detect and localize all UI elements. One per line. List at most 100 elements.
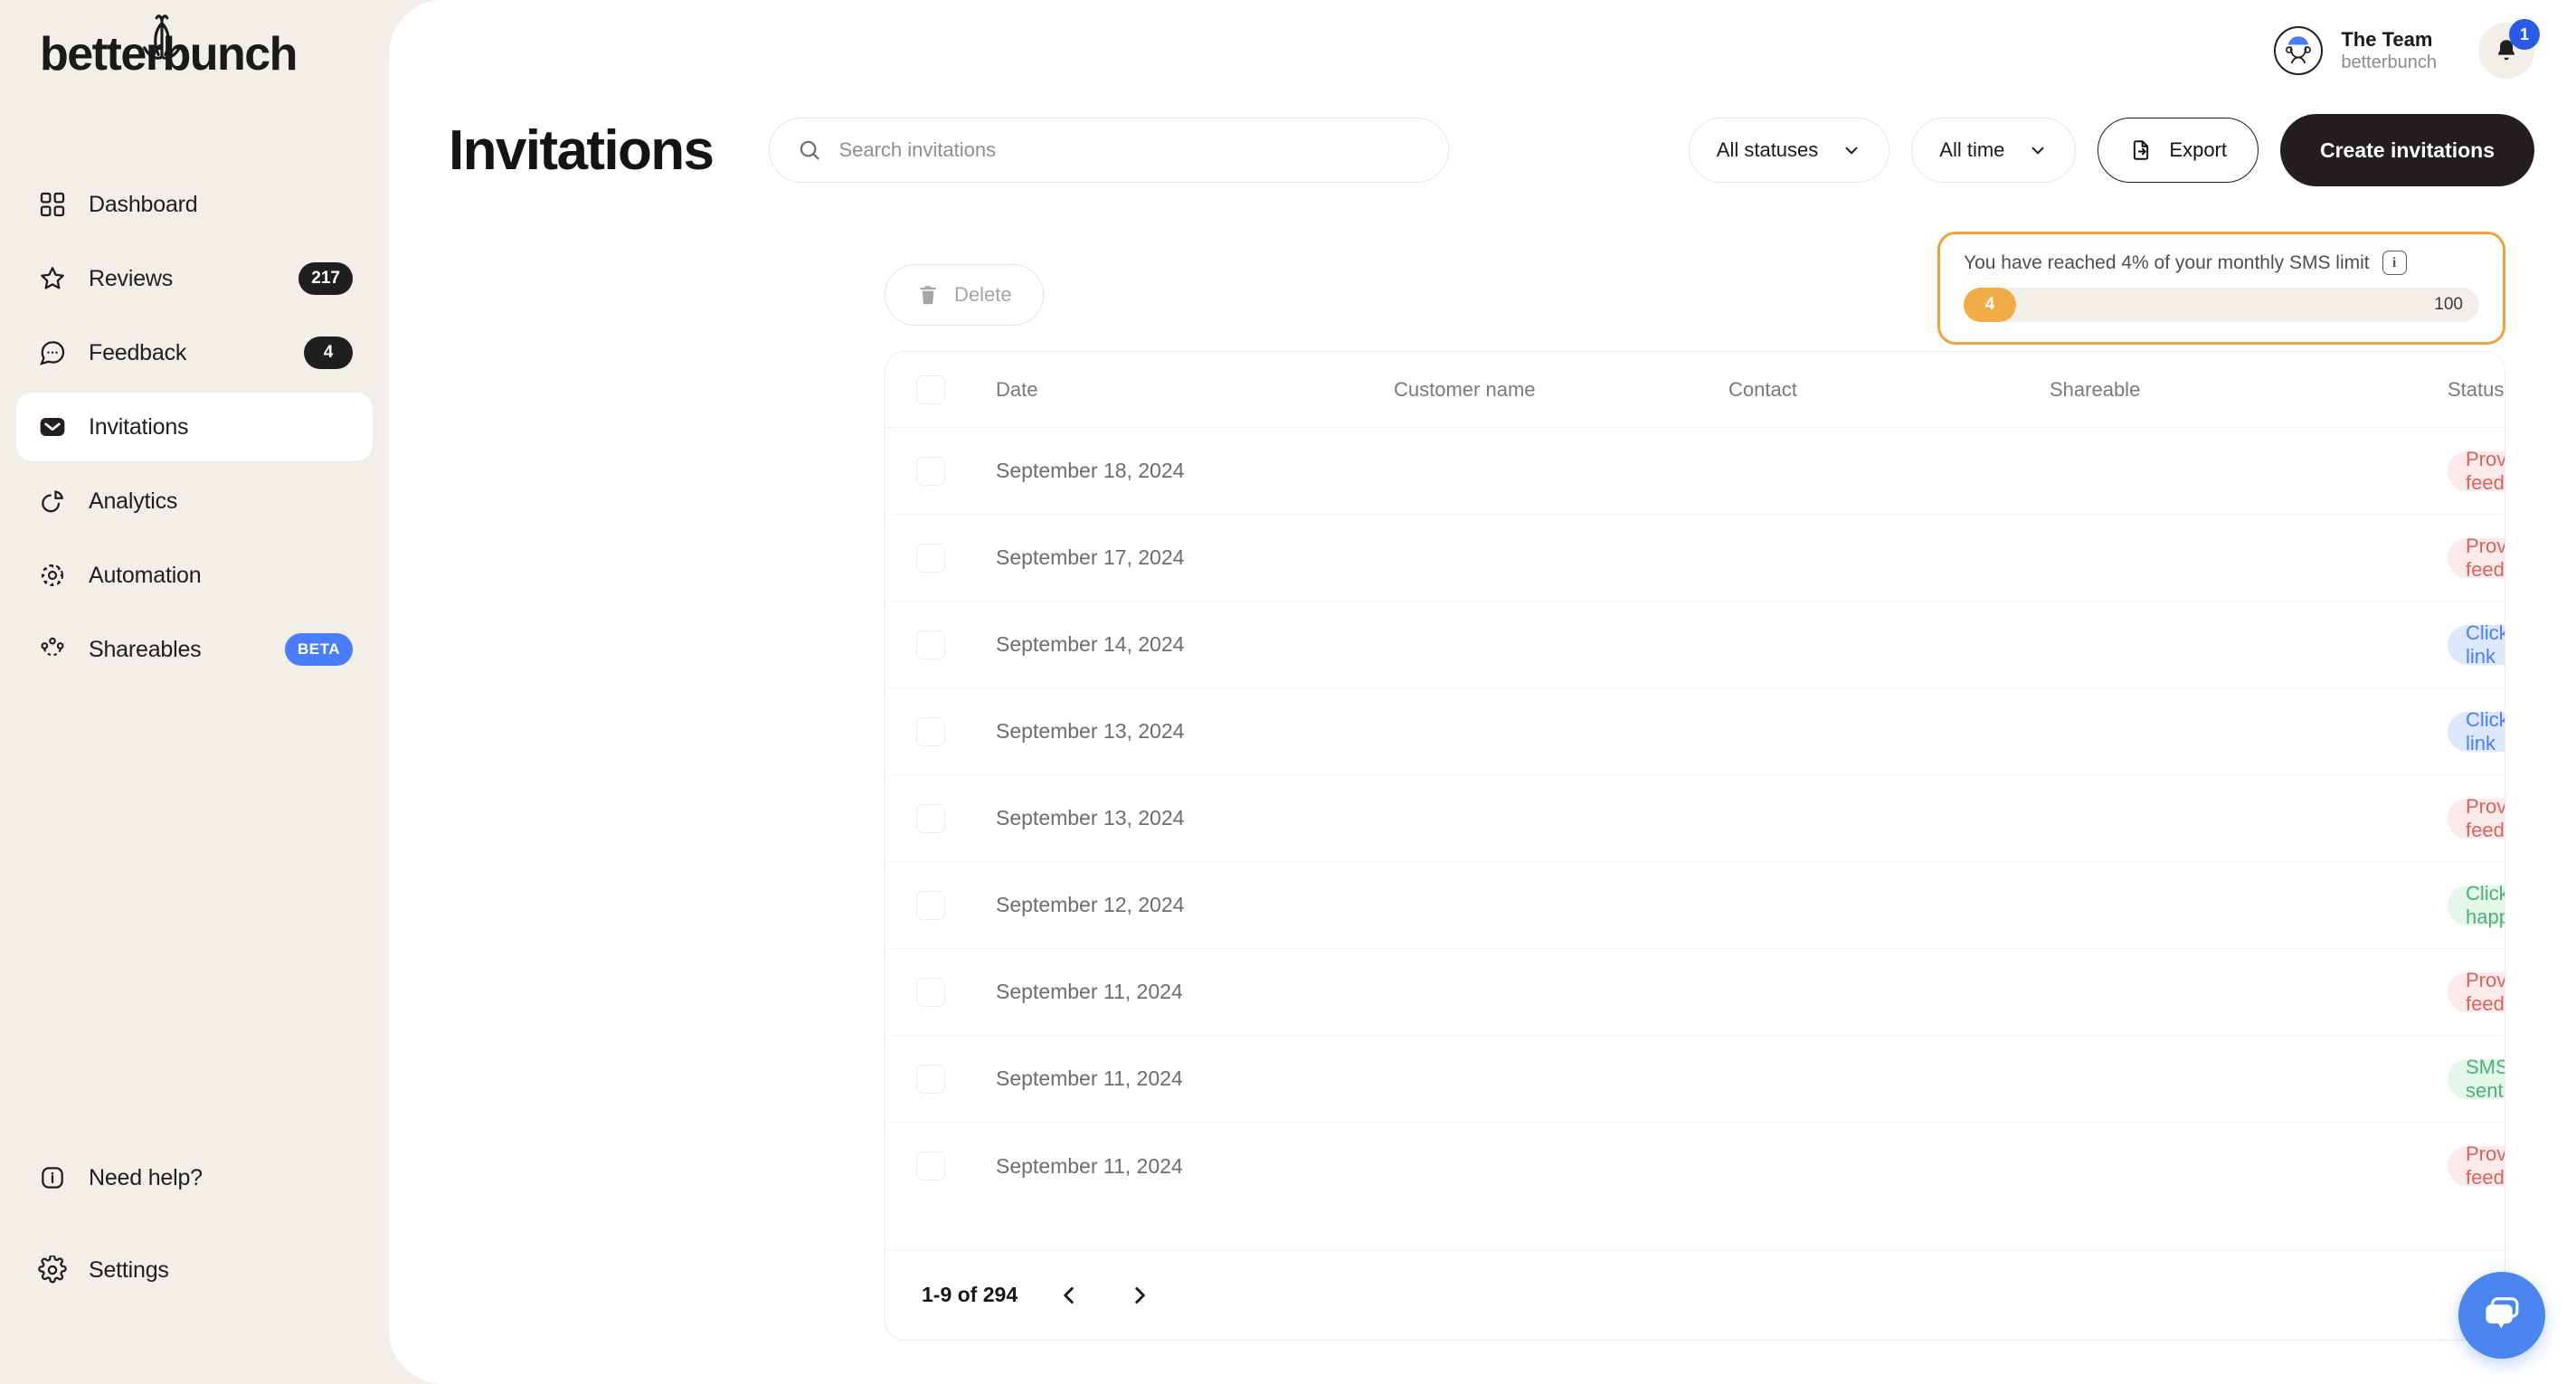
column-header-customer-name: Customer name [1394,377,1536,401]
status-badge: Provided feedback [2448,795,2505,841]
table-row[interactable]: September 14, 2024 Clicked link [886,602,2505,688]
cell-status: Provided feedback [2448,969,2505,1015]
chat-widget-button[interactable] [2458,1272,2545,1359]
row-checkbox[interactable] [916,977,945,1007]
chevron-down-icon [1845,147,1858,155]
sidebar-item-shareables[interactable]: Shareables BETA [16,615,373,684]
pie-chart-icon [36,485,69,517]
chevron-left-icon [1064,1286,1074,1303]
status-filter-select[interactable]: All statuses [1688,118,1890,183]
user-org: betterbunch [2341,52,2437,73]
cell-date: September 14, 2024 [996,632,1185,656]
delete-button[interactable]: Delete [885,264,1044,326]
status-badge: Clicked link [2448,708,2505,754]
user-name: The Team [2341,27,2433,51]
brand-logo[interactable]: betterbunch [0,0,389,90]
export-button[interactable]: Export [2098,118,2259,183]
user-account-chip[interactable]: The Team betterbunch [2274,26,2437,75]
chat-bubbles-icon [2486,1297,2519,1329]
page-title: Invitations [449,118,715,182]
notifications-button[interactable]: 1 [2478,19,2540,79]
main-content: The Team betterbunch 1 Invitations Searc… [389,0,2576,1384]
page-header: Invitations All statuses All time [449,114,2534,186]
cell-status: Provided feedback [2448,535,2505,581]
chevron-right-icon [1135,1286,1145,1303]
info-icon [36,1161,69,1194]
sidebar-item-automation[interactable]: Automation [16,541,373,610]
column-header-contact: Contact [1728,377,1797,401]
trash-icon [920,286,936,305]
topbar: The Team betterbunch 1 [2274,0,2540,101]
column-header-status: Status i [2448,378,2505,402]
cell-status: Clicked link [2448,621,2505,668]
row-checkbox[interactable] [916,890,945,920]
row-select-cell [916,803,996,833]
time-filter-label: All time [1939,138,2005,161]
row-checkbox[interactable] [916,543,945,573]
sidebar-item-need-help[interactable]: Need help? [16,1143,373,1212]
table-row[interactable]: September 18, 2024 Provided feedback [886,428,2505,515]
table-row[interactable]: September 12, 2024 Clicked happy [886,862,2505,949]
sidebar-badge-reviews: 217 [298,262,353,295]
time-filter-select[interactable]: All time [1911,118,2077,183]
row-select-cell [916,1152,996,1180]
status-badge: Provided feedback [2448,535,2505,581]
search-box[interactable] [769,118,1450,183]
cell-date: September 17, 2024 [996,545,1185,569]
row-select-cell [916,456,996,486]
invitations-table: Date Customer name Contact Shareable Sta… [885,351,2505,1341]
cell-status: Provided feedback [2448,795,2505,841]
star-icon [36,262,69,295]
gear-icon [36,1254,69,1286]
row-checkbox[interactable] [916,630,945,659]
status-badge: Provided feedback [2448,969,2505,1015]
brand-name: betterbunch [40,28,298,81]
row-checkbox[interactable] [916,803,945,833]
row-checkbox[interactable] [916,1064,945,1094]
export-button-label: Export [2169,138,2227,161]
row-select-cell [916,890,996,920]
table-row[interactable]: September 11, 2024 SMS sent [886,1036,2505,1123]
sidebar-item-settings[interactable]: Settings [16,1236,373,1304]
row-checkbox[interactable] [916,1152,945,1180]
sidebar-item-analytics[interactable]: Analytics [16,467,373,536]
cell-date: September 13, 2024 [996,719,1185,743]
sidebar-item-reviews[interactable]: Reviews 217 [16,244,373,313]
sidebar-item-label: Dashboard [89,191,198,217]
cell-status: SMS sent [2448,1056,2505,1102]
cell-date: September 12, 2024 [996,893,1185,916]
bulk-action-row: Delete [885,264,2534,364]
column-header-shareable: Shareable [2050,377,2141,401]
envelope-icon [36,411,69,443]
select-all-checkbox[interactable] [916,374,945,404]
table-row[interactable]: September 11, 2024 Provided feedback [886,949,2505,1036]
app-root: betterbunch Dashboard Reviews 217 Feedba… [0,0,2576,1384]
cell-status: Provided feedback [2448,448,2505,494]
row-checkbox[interactable] [916,716,945,746]
row-checkbox[interactable] [916,456,945,486]
chevron-down-icon [2031,147,2044,155]
pagination-prev-button[interactable] [1050,1276,1088,1314]
sidebar-badge-feedback: 4 [304,337,353,369]
sidebar-item-feedback[interactable]: Feedback 4 [16,318,373,387]
cell-date: September 11, 2024 [996,980,1183,1003]
avatar [2274,26,2324,75]
table-row[interactable]: September 17, 2024 Provided feedback [886,515,2505,602]
status-badge: Clicked happy [2448,882,2505,928]
gear-loop-icon [36,559,69,592]
table-row[interactable]: September 13, 2024 Clicked link [886,688,2505,775]
sidebar-nav: Dashboard Reviews 217 Feedback 4 Invitat… [0,170,389,684]
sidebar-item-dashboard[interactable]: Dashboard [16,170,373,239]
create-invitations-button[interactable]: Create invitations [2280,114,2534,186]
search-icon [800,140,819,160]
delete-button-label: Delete [954,283,1012,306]
cell-status: Provided feedback [2448,1142,2505,1189]
sidebar-item-invitations[interactable]: Invitations [16,393,373,461]
search-input[interactable] [838,138,1422,162]
pagination-next-button[interactable] [1121,1276,1159,1314]
sidebar-item-label: Automation [89,562,202,588]
cell-status: Clicked happy [2448,882,2505,928]
table-row[interactable]: September 13, 2024 Provided feedback [886,775,2505,862]
table-row[interactable]: September 11, 2024 Provided feedback [886,1123,2505,1209]
select-all-cell [916,374,996,404]
